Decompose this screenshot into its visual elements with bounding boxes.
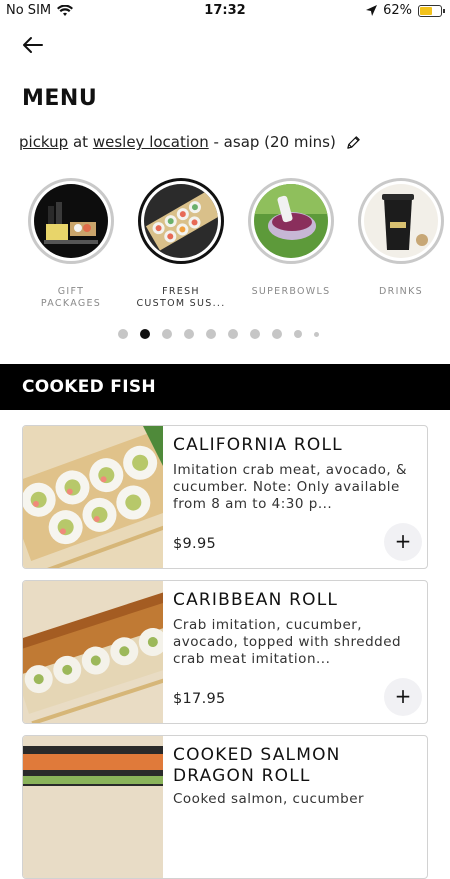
- carousel-pagination: [118, 329, 319, 339]
- menu-item-card[interactable]: CALIFORNIA ROLL Imitation crab meat, avo…: [22, 425, 428, 569]
- section-header: COOKED FISH: [0, 364, 450, 410]
- item-description: Imitation crab meat, avocado, & cucumber…: [173, 462, 407, 512]
- page-dot[interactable]: [228, 329, 238, 339]
- back-arrow-icon[interactable]: [20, 30, 50, 60]
- page-dot[interactable]: [184, 329, 194, 339]
- location-arrow-icon: [366, 5, 378, 16]
- menu-item-card[interactable]: COOKED SALMON DRAGON ROLL Cooked salmon,…: [22, 735, 428, 879]
- page-title: MENU: [22, 86, 98, 111]
- page-dot[interactable]: [206, 329, 216, 339]
- pickup-mode-link[interactable]: pickup: [19, 133, 68, 151]
- page-dot[interactable]: [272, 329, 282, 339]
- category-fresh-custom-sushi[interactable]: FRESH CUSTOM SUS...: [136, 178, 226, 310]
- page-dot[interactable]: [314, 331, 319, 337]
- location-link[interactable]: wesley location: [93, 133, 209, 151]
- add-item-button[interactable]: +: [384, 523, 422, 561]
- page-dot-active[interactable]: [140, 329, 150, 339]
- category-label: SUPERBOWLS: [251, 286, 331, 297]
- page-dot[interactable]: [250, 329, 260, 339]
- at-text: at: [72, 133, 89, 151]
- item-price: $9.95: [173, 536, 217, 552]
- item-name: CALIFORNIA ROLL: [173, 435, 343, 455]
- menu-item-card[interactable]: CARIBBEAN ROLL Crab imitation, cucumber,…: [22, 580, 428, 724]
- item-price: $17.95: [173, 691, 226, 707]
- page-dot[interactable]: [294, 330, 302, 338]
- drinks-image: [364, 184, 438, 258]
- category-label: DRINKS: [379, 286, 423, 297]
- item-description: Crab imitation, cucumber, avocado, toppe…: [173, 617, 402, 667]
- section-title: COOKED FISH: [22, 377, 156, 397]
- category-carousel[interactable]: GIFT PACKAGES FRESH CUSTOM SUS... SUPERB…: [0, 178, 450, 318]
- category-gift-packages[interactable]: GIFT PACKAGES: [26, 178, 116, 310]
- category-label: GIFT PACKAGES: [40, 286, 102, 309]
- battery-icon: [418, 4, 445, 17]
- item-name: CARIBBEAN ROLL: [173, 590, 339, 610]
- page-dot[interactable]: [162, 329, 172, 339]
- gift-packages-image: [34, 184, 108, 258]
- status-bar: No SIM 17:32 62%: [0, 0, 450, 22]
- california-roll-image: [23, 426, 163, 568]
- category-label: FRESH CUSTOM SUS...: [136, 286, 226, 309]
- page-dot[interactable]: [118, 329, 128, 339]
- timing-text: - asap (20 mins): [213, 133, 336, 151]
- superbowls-image: [254, 184, 328, 258]
- fresh-sushi-image: [144, 184, 218, 258]
- category-superbowls[interactable]: SUPERBOWLS: [246, 178, 336, 298]
- category-drinks[interactable]: DRINKS: [356, 178, 446, 298]
- salmon-dragon-roll-image: [23, 736, 163, 878]
- edit-pencil-icon[interactable]: [346, 135, 361, 150]
- battery-percent: 62%: [383, 3, 412, 18]
- item-name: COOKED SALMON DRAGON ROLL: [173, 745, 341, 786]
- order-info: pickup at wesley location - asap (20 min…: [19, 133, 361, 151]
- add-item-button[interactable]: +: [384, 678, 422, 716]
- caribbean-roll-image: [23, 581, 163, 723]
